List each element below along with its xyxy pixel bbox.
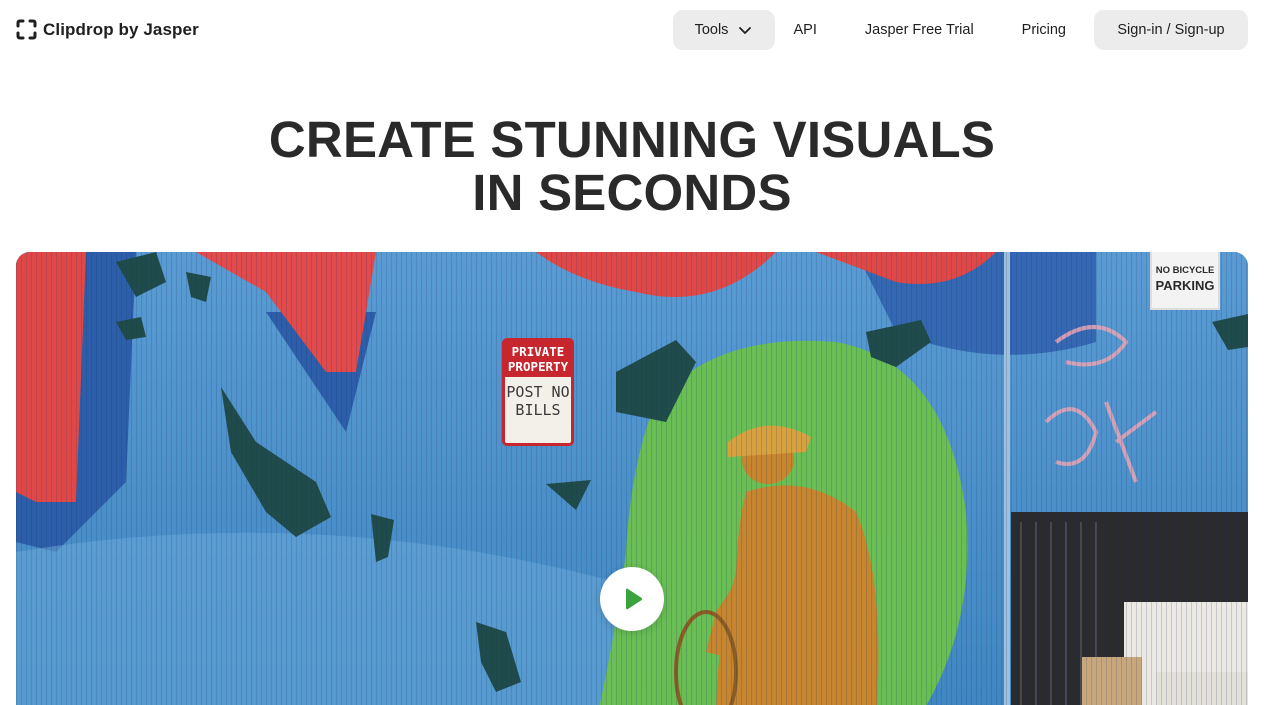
main-nav: Tools API Jasper Free Trial Pricing Sign… xyxy=(672,10,1248,50)
mural-scene-image xyxy=(16,252,1248,705)
private-property-sign: PRIVATE PROPERTY POST NO BILLS xyxy=(502,338,574,446)
chevron-down-icon xyxy=(739,27,752,34)
brand-name: Clipdrop by Jasper xyxy=(43,19,199,39)
tools-dropdown-button[interactable]: Tools xyxy=(672,10,775,50)
sign-bike-line-2: PARKING xyxy=(1155,277,1215,293)
sign-private-top: PRIVATE PROPERTY xyxy=(505,341,571,377)
play-icon xyxy=(626,588,642,610)
hero-video[interactable]: PRIVATE PROPERTY POST NO BILLS NO BICYCL… xyxy=(16,252,1248,705)
top-navigation-bar: Clipdrop by Jasper Tools API Jasper Free… xyxy=(0,0,1264,60)
hero-title-line-1: CREATE STUNNING VISUALS xyxy=(268,111,996,168)
clipdrop-logo-icon xyxy=(16,19,37,40)
sign-private-bottom: POST NO BILLS xyxy=(506,383,570,419)
hero-heading: CREATE STUNNING VISUALS IN SECONDS xyxy=(0,113,1264,219)
brand-logo[interactable]: Clipdrop by Jasper xyxy=(16,19,199,40)
tools-label: Tools xyxy=(694,22,729,38)
no-bicycle-parking-sign: NO BICYCLE PARKING xyxy=(1150,252,1220,310)
signin-signup-button[interactable]: Sign-in / Sign-up xyxy=(1094,10,1248,50)
nav-link-pricing[interactable]: Pricing xyxy=(1022,22,1066,38)
play-button[interactable] xyxy=(600,567,664,631)
hero-title-line-2: IN SECONDS xyxy=(472,164,792,221)
nav-link-jasper-free-trial[interactable]: Jasper Free Trial xyxy=(865,22,974,38)
nav-link-api[interactable]: API xyxy=(794,22,817,38)
sign-bike-line-1: NO BICYCLE xyxy=(1155,265,1215,276)
